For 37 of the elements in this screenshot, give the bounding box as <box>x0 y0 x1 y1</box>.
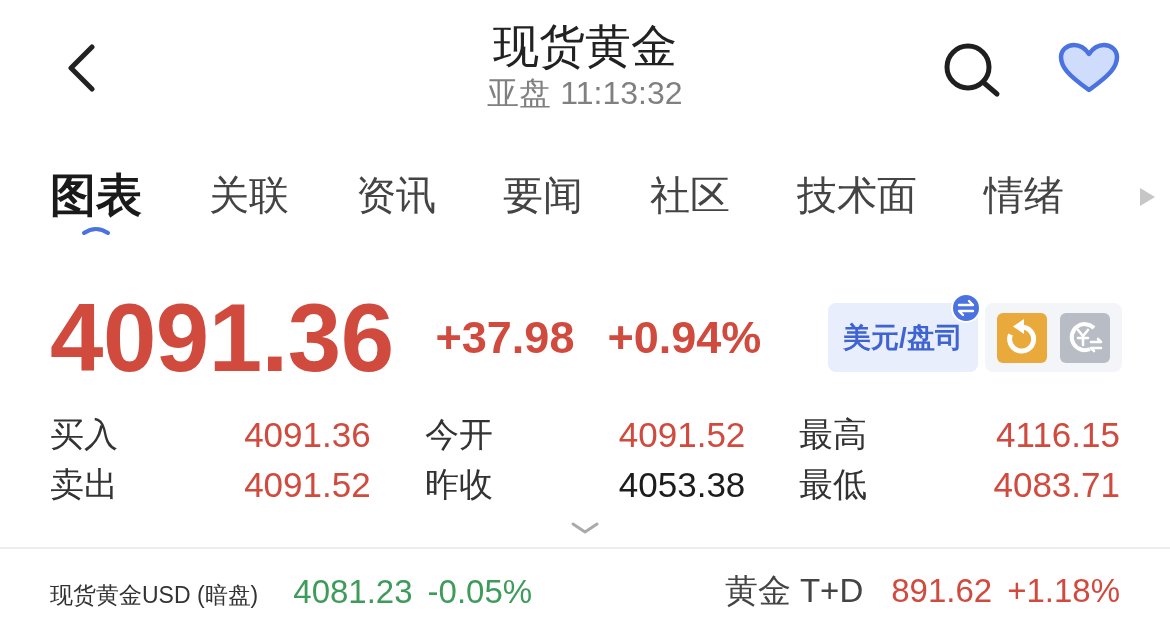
stat-value: 4091.52 <box>244 465 371 505</box>
stat-label: 今开 <box>424 414 493 455</box>
price-change: +37.98 <box>435 311 575 364</box>
page-title: 现货黄金 <box>493 20 677 72</box>
instrument-price: 4081.23 <box>293 572 413 611</box>
search-icon[interactable] <box>943 42 1001 98</box>
stat-label: 最高 <box>799 414 868 455</box>
instrument-name[interactable]: 黄金 T+D <box>724 569 864 614</box>
instrument-name[interactable]: 现货黄金USD (暗盘) <box>50 579 259 611</box>
stat-label: 买入 <box>50 414 118 455</box>
stat-value: 4091.36 <box>244 415 371 455</box>
percent-change: +0.94% <box>607 311 762 364</box>
unit-button[interactable]: 美元/盘司 <box>828 303 978 372</box>
tab[interactable]: 关联 <box>209 160 289 224</box>
stat-value: 4083.71 <box>993 465 1120 505</box>
stat-value: 4091.52 <box>618 415 746 455</box>
expand-chevron-icon[interactable] <box>571 522 599 534</box>
swap-arrows-icon[interactable] <box>951 293 981 323</box>
tab[interactable]: 图表 <box>50 160 142 235</box>
stat-label: 昨收 <box>424 464 493 505</box>
instrument-price: 891.62 <box>891 572 993 610</box>
tab[interactable]: 要闻 <box>503 160 583 224</box>
heart-icon[interactable] <box>1058 42 1120 94</box>
stat-label: 卖出 <box>50 464 118 505</box>
stat-label: 最低 <box>799 464 868 505</box>
stat-value: 4116.15 <box>996 415 1120 455</box>
stat-value: 4053.38 <box>618 465 746 505</box>
tab[interactable]: 技术面 <box>797 160 917 224</box>
last-price: 4091.36 <box>50 290 394 385</box>
back-icon[interactable] <box>66 44 96 92</box>
tab[interactable]: 社区 <box>650 160 730 224</box>
tab[interactable]: 资讯 <box>356 160 436 224</box>
market-session-time: 亚盘 11:13:32 <box>487 74 683 113</box>
selection-indicator-icon <box>82 226 110 235</box>
instrument-change: -0.05% <box>427 572 533 611</box>
instrument-change: +1.18% <box>1007 572 1120 610</box>
tab[interactable]: 情绪 <box>984 160 1064 224</box>
